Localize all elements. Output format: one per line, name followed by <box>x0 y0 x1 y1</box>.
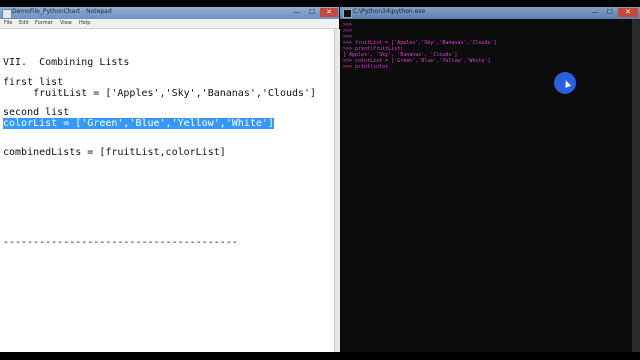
notepad-text-area[interactable]: VII. Combining Lists first list fruitLis… <box>0 29 334 352</box>
notepad-menu-bar: File Edit Format View Help <box>0 19 339 29</box>
console-minimize-button[interactable]: — <box>588 8 602 17</box>
console-app-icon <box>343 9 352 18</box>
menu-view[interactable]: View <box>60 20 72 26</box>
console-input-line[interactable]: >>> print(color_ <box>343 64 623 70</box>
divider-line: --------------------------------------- <box>3 237 238 248</box>
menu-edit[interactable]: Edit <box>19 20 29 26</box>
minimize-button[interactable]: — <box>290 8 304 17</box>
python-console-window: C:\Python34\python.exe — ☐ ✕ >>> >>> >>>… <box>340 7 640 352</box>
menu-file[interactable]: File <box>4 20 12 26</box>
menu-help[interactable]: Help <box>79 20 90 26</box>
console-maximize-button[interactable]: ☐ <box>603 8 617 17</box>
combined-lists-line: combinedLists = [fruitList,colorList] <box>3 147 226 158</box>
notepad-window: DemoFile_PythonChart - Notepad — ☐ ✕ Fil… <box>0 7 340 352</box>
notepad-app-icon <box>2 9 12 19</box>
console-title: C:\Python34\python.exe <box>353 8 426 15</box>
console-scrollbar[interactable] <box>632 19 640 352</box>
console-close-button[interactable]: ✕ <box>618 8 638 17</box>
close-button[interactable]: ✕ <box>320 8 338 17</box>
bottom-strip <box>0 352 640 360</box>
color-list-line-selected: colorList = ['Green','Blue','Yellow','Wh… <box>3 118 274 129</box>
fruit-list-line: fruitList = ['Apples','Sky','Bananas','C… <box>3 88 317 99</box>
console-output[interactable]: >>> >>> >>> >>> fruitList = ['Apples','S… <box>343 22 623 352</box>
notepad-title: DemoFile_PythonChart - Notepad <box>12 8 112 15</box>
menu-format[interactable]: Format <box>35 20 53 26</box>
notepad-title-bar[interactable]: DemoFile_PythonChart - Notepad — ☐ ✕ <box>0 7 339 19</box>
console-title-bar[interactable]: C:\Python34\python.exe — ☐ ✕ <box>340 7 640 19</box>
maximize-button[interactable]: ☐ <box>305 8 319 17</box>
heading-line: VII. Combining Lists <box>3 57 130 68</box>
